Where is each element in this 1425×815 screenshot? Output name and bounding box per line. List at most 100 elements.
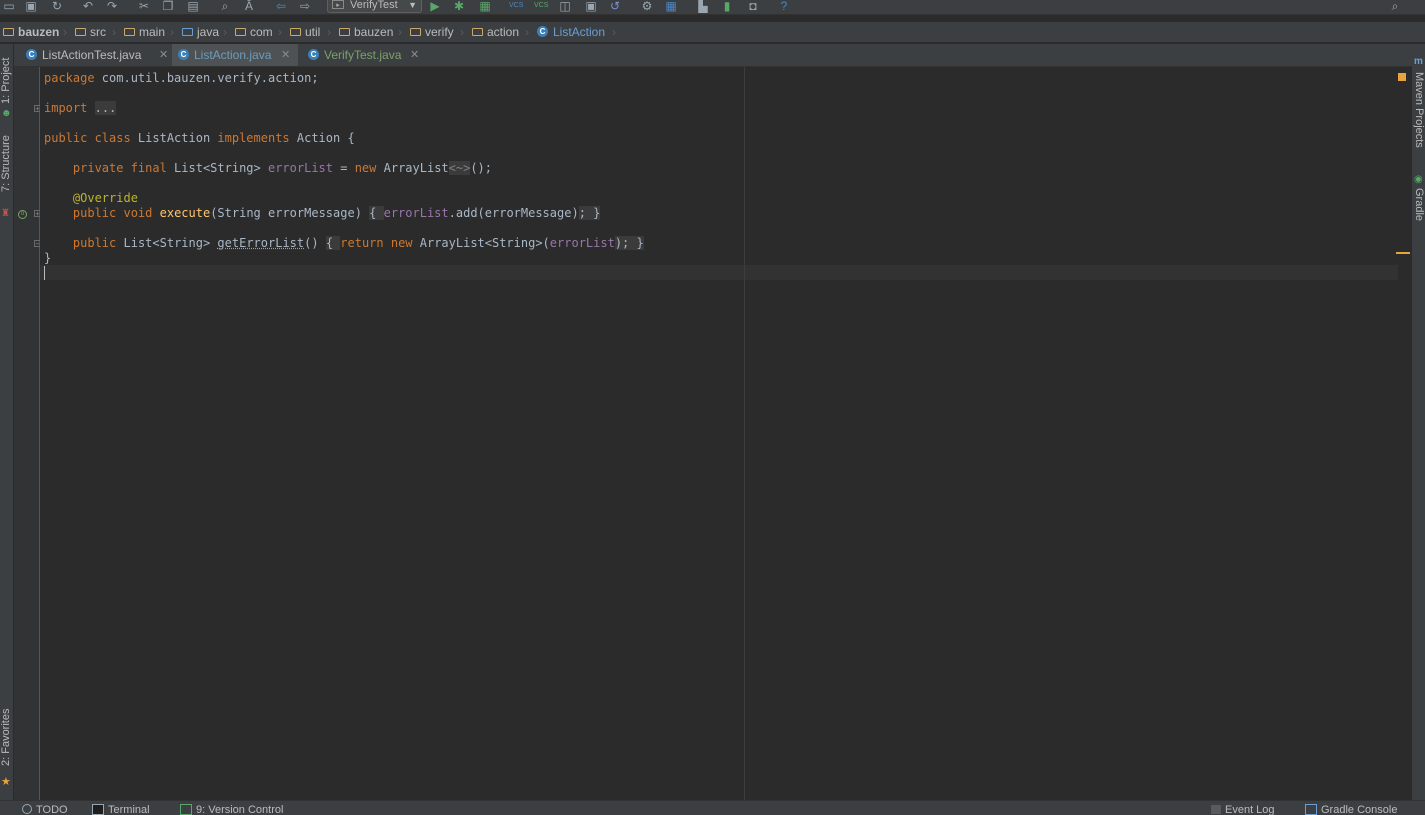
- right-margin-guide: [744, 67, 745, 800]
- keyword: public: [72, 236, 117, 250]
- compare-icon[interactable]: ◫: [558, 0, 572, 12]
- tab-verifytest[interactable]: C VerifyTest.java ✕: [302, 44, 428, 66]
- structure-tool-button[interactable]: 7: Structure: [0, 135, 12, 192]
- open-icon[interactable]: ▭: [2, 0, 16, 12]
- redo-icon[interactable]: ↷: [105, 0, 119, 12]
- todo-label: TODO: [36, 804, 68, 815]
- undo-icon[interactable]: ↶: [81, 0, 95, 12]
- breadcrumb-item-project[interactable]: bauzen: [3, 22, 59, 42]
- folded-body[interactable]: ); }: [614, 236, 644, 250]
- code-text: (): [304, 236, 326, 250]
- vcs-label: 9: Version Control: [196, 804, 284, 815]
- help-icon[interactable]: ?: [777, 0, 791, 12]
- find-icon[interactable]: ⌕: [218, 0, 232, 12]
- breadcrumb-label: com: [250, 25, 273, 39]
- code-text: ();: [470, 161, 493, 175]
- breadcrumb-item-verify[interactable]: verify: [410, 22, 454, 42]
- warning-stripe-mark[interactable]: [1396, 252, 1410, 254]
- back-icon[interactable]: ⇦: [274, 0, 288, 12]
- event-log-tool-button[interactable]: Event Log: [1211, 803, 1275, 815]
- star-icon: ★: [1, 776, 11, 788]
- code-line: package com.util.bauzen.verify.action;: [44, 71, 319, 86]
- folder-icon: [3, 27, 14, 36]
- code-text: =: [333, 161, 355, 175]
- project-structure-icon[interactable]: ▦: [664, 0, 678, 12]
- breadcrumb-item-bauzen[interactable]: bauzen: [339, 22, 393, 42]
- keyword: public void: [72, 206, 153, 220]
- code-editor[interactable]: package com.util.bauzen.verify.action; i…: [40, 67, 1412, 800]
- coverage-icon[interactable]: ▦: [478, 0, 492, 12]
- forward-icon[interactable]: ⇨: [298, 0, 312, 12]
- method-name: execute: [159, 206, 211, 220]
- vcs-update-icon[interactable]: VCS: [509, 0, 523, 12]
- favorites-tool-button[interactable]: 2: Favorites: [0, 709, 12, 766]
- editor-gutter[interactable]: + o + −: [14, 67, 41, 800]
- history-icon[interactable]: ▣: [584, 0, 598, 12]
- breadcrumb-item-main[interactable]: main: [124, 22, 165, 42]
- project-tool-button[interactable]: 1: Project: [0, 58, 12, 104]
- breadcrumb-item-action[interactable]: action: [472, 22, 519, 42]
- save-icon[interactable]: ▣: [24, 0, 38, 12]
- event-log-icon: [1211, 804, 1221, 814]
- folded-diamond[interactable]: <~>: [448, 161, 471, 175]
- breadcrumb-item-util[interactable]: util: [290, 22, 320, 42]
- version-control-tool-button[interactable]: 9: Version Control: [180, 803, 283, 815]
- breadcrumb-item-class[interactable]: C ListAction: [537, 22, 605, 42]
- tab-listactiontest[interactable]: C ListActionTest.java ✕: [22, 44, 170, 66]
- search-everywhere-icon[interactable]: ⌕: [1388, 0, 1402, 12]
- folder-icon: [75, 27, 86, 36]
- close-icon[interactable]: ✕: [281, 44, 290, 66]
- breadcrumb-separator: ›: [278, 25, 282, 39]
- maven-projects-tool-button[interactable]: Maven Projects: [1413, 72, 1425, 148]
- folded-imports[interactable]: ...: [94, 101, 117, 115]
- run-config-select[interactable]: ▸ VerifyTest ▼: [327, 0, 422, 13]
- terminal-tool-button[interactable]: Terminal: [92, 803, 150, 815]
- folded-body[interactable]: ; }: [578, 206, 601, 220]
- breadcrumb-item-com[interactable]: com: [235, 22, 273, 42]
- run-icon[interactable]: ▶: [428, 0, 442, 12]
- todo-tool-button[interactable]: TODO: [22, 803, 68, 815]
- close-icon[interactable]: ✕: [159, 44, 168, 66]
- settings-icon[interactable]: ⚙: [640, 0, 654, 12]
- copy-icon[interactable]: ❐: [161, 0, 175, 12]
- inspection-status-icon[interactable]: [1398, 73, 1406, 81]
- breadcrumb-item-java[interactable]: java: [182, 22, 219, 42]
- breadcrumb-item-src[interactable]: src: [75, 22, 106, 42]
- tab-listaction[interactable]: C ListAction.java ✕: [172, 44, 298, 66]
- gradle-console-tool-button[interactable]: Gradle Console: [1305, 803, 1397, 815]
- code-line: public List<String> getErrorList() { ret…: [44, 236, 644, 251]
- debug-icon[interactable]: ✱: [452, 0, 466, 12]
- breadcrumb-label: ListAction: [553, 25, 606, 39]
- code-text: }: [44, 251, 52, 265]
- build-variants-icon[interactable]: ♜: [1, 208, 10, 219]
- vcs-commit-icon[interactable]: VCS: [534, 0, 548, 12]
- annotation: @Override: [72, 191, 138, 205]
- vcs-commit-label: VCS: [534, 2, 549, 9]
- override-icon[interactable]: o: [18, 210, 27, 219]
- folder-icon: [410, 27, 421, 36]
- breadcrumb-separator: ›: [63, 25, 67, 39]
- cut-icon[interactable]: ✂: [137, 0, 151, 12]
- code-line: }: [44, 251, 51, 266]
- gradle-tool-button[interactable]: Gradle: [1413, 188, 1425, 221]
- vcs-icon: [180, 803, 192, 815]
- folded-body[interactable]: {: [369, 206, 384, 220]
- test-class-icon: C: [308, 49, 319, 61]
- android-icon[interactable]: ◘: [746, 0, 760, 12]
- breadcrumb-separator: ›: [223, 25, 227, 39]
- sync-icon[interactable]: ↻: [50, 0, 64, 12]
- test-class-icon: C: [26, 49, 37, 61]
- package-name: com.util.bauzen.verify.action;: [94, 71, 319, 85]
- class-name: ListAction: [130, 131, 218, 145]
- paste-icon[interactable]: ▤: [186, 0, 200, 12]
- code-line: private final List<String> errorList = n…: [44, 161, 492, 176]
- breadcrumb-separator: ›: [398, 25, 402, 39]
- folder-icon: [290, 27, 301, 36]
- folded-body[interactable]: {: [325, 236, 341, 250]
- keyword: return new: [340, 236, 413, 250]
- replace-icon[interactable]: Ā: [242, 0, 256, 12]
- avd-manager-icon[interactable]: ▮: [720, 0, 734, 12]
- sdk-manager-icon[interactable]: ▙: [696, 0, 710, 12]
- revert-icon[interactable]: ↺: [608, 0, 622, 12]
- close-icon[interactable]: ✕: [410, 44, 419, 66]
